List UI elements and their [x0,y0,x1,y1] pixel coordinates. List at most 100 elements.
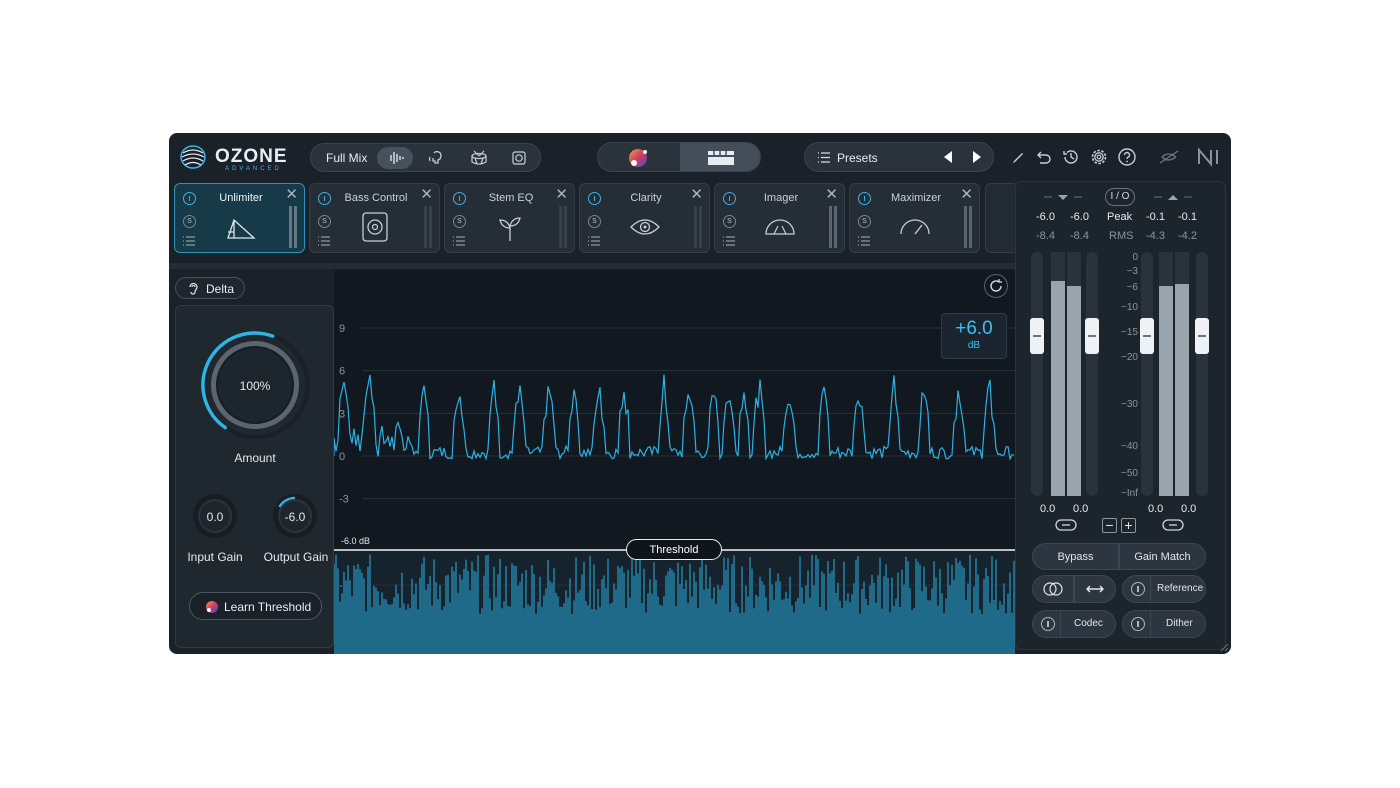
undo-icon[interactable] [1033,147,1053,167]
module-imager[interactable]: S Imager ✕ [714,183,845,253]
learn-threshold-button[interactable]: Learn Threshold [189,592,322,620]
meter-area: 0 −3 −6 −10 −15 −20 −30 −40 −50 −Inf [1030,252,1215,499]
speaker-icon[interactable] [509,149,529,167]
module-stem-eq[interactable]: S Stem EQ ✕ [444,183,575,253]
help-icon[interactable] [1116,146,1138,168]
learn-threshold-label: Learn Threshold [224,600,312,614]
close-icon[interactable]: ✕ [825,187,838,202]
resize-grip-icon[interactable] [1219,642,1229,652]
output-gain-label: Output Gain [263,550,329,564]
minus-button[interactable]: − [1102,518,1117,533]
output-link-icon[interactable] [1162,519,1184,531]
dither-label: Dither [1166,618,1193,629]
scale-tick: −10 [1121,302,1138,313]
list-icon[interactable] [723,236,735,246]
solo-button[interactable]: S [588,215,601,228]
power-icon[interactable] [588,192,601,205]
waveform-icon [390,152,404,164]
power-icon[interactable] [858,192,871,205]
module-bass-control[interactable]: S Bass Control ✕ [309,183,440,253]
drum-icon[interactable] [469,149,489,167]
presets-button[interactable]: Presets [837,151,878,165]
list-icon[interactable] [858,236,870,246]
scale-tick: −Inf [1121,488,1138,499]
solo-button[interactable]: S [183,215,196,228]
input-gain-value: 0.0 [206,510,224,524]
solo-button[interactable]: S [453,215,466,228]
input-collapse-icon[interactable] [1042,193,1084,201]
threshold-handle[interactable]: Threshold [626,539,722,560]
gain-match-button[interactable]: Gain Match [1119,543,1206,570]
eye-icon [630,219,660,235]
scale-tick: −30 [1121,399,1138,410]
power-icon[interactable] [723,192,736,205]
swap-button[interactable] [1074,575,1116,603]
delta-button[interactable]: Delta [175,277,245,299]
assistant-view-button[interactable] [626,147,650,169]
module-maximizer[interactable]: S Maximizer ✕ [849,183,980,253]
link-icon[interactable] [1156,145,1182,169]
peak-label: Peak [1107,211,1133,223]
io-toggle[interactable]: I / O [1105,188,1135,206]
module-clarity[interactable]: S Clarity ✕ [579,183,710,253]
modules-view-button[interactable] [680,143,760,171]
solo-button[interactable]: S [858,215,871,228]
gear-icon[interactable] [1088,146,1110,168]
bypass-button[interactable]: Bypass [1032,543,1119,570]
gain-readout: +6.0 dB [941,313,1007,359]
input-level-right [1067,286,1081,496]
waveform-graph[interactable]: 9 6 3 0 -3 -9 -12 +6.0 dB -6.0 dB Threshold [333,270,1015,654]
input-gain-handle[interactable] [1085,318,1099,354]
module-meter [694,206,702,248]
close-icon[interactable]: ✕ [960,187,973,202]
vocal-icon[interactable] [427,149,447,167]
input-peak-left: -6.0 [1036,211,1055,223]
output-level-left [1159,286,1173,496]
module-unlimiter[interactable]: S Unlimiter ✕ [174,183,305,253]
output-collapse-icon[interactable] [1152,193,1194,201]
reset-view-icon[interactable] [984,274,1008,298]
io-meter-panel: I / O -6.0 -6.0 Peak -0.1 -0.1 -8.4 -8.4… [1015,181,1226,650]
stereo-mode-button[interactable] [1032,575,1074,603]
semicircle-icon [765,219,795,235]
list-icon[interactable] [183,236,195,246]
output-gain-handle[interactable] [1195,318,1209,354]
list-icon[interactable] [453,236,465,246]
close-icon[interactable]: ✕ [420,187,433,202]
power-icon[interactable] [453,192,466,205]
input-gain-track [1086,252,1098,496]
dither-button[interactable]: Dither [1122,610,1206,638]
module-slot-empty[interactable] [985,183,1015,253]
input-link-icon[interactable] [1055,519,1077,531]
grid-icon [708,151,734,165]
codec-power-icon [1041,617,1055,631]
power-icon[interactable] [183,192,196,205]
output-rms-left: -4.3 [1146,230,1165,242]
output-trim-handle[interactable] [1140,318,1154,354]
plus-button[interactable]: + [1121,518,1136,533]
output-peak-left: -0.1 [1146,211,1165,223]
solo-button[interactable]: S [723,215,736,228]
input-trim-handle[interactable] [1030,318,1044,354]
prev-preset-icon[interactable] [941,150,955,164]
solo-button[interactable]: S [318,215,331,228]
full-mix-button[interactable]: Full Mix [326,151,367,165]
codec-label: Codec [1074,618,1103,629]
ozone-window: OZONE ADVANCED Full Mix Presets S Unlimi… [169,133,1231,654]
list-icon[interactable] [588,236,600,246]
close-icon[interactable]: ✕ [555,187,568,202]
close-icon[interactable]: ✕ [285,187,298,202]
reference-power-icon [1131,582,1145,596]
close-icon[interactable]: ✕ [690,187,703,202]
assistant-icon [206,601,218,613]
list-icon[interactable] [318,236,330,246]
waveform-button[interactable] [377,147,413,169]
next-preset-icon[interactable] [970,150,984,164]
codec-button[interactable]: Codec [1032,610,1116,638]
rms-label: RMS [1109,230,1134,242]
reference-button[interactable]: Reference [1122,575,1206,603]
history-icon[interactable] [1060,146,1082,168]
brush-icon[interactable] [1009,149,1027,167]
power-icon[interactable] [318,192,331,205]
ni-logo-icon [1195,146,1223,168]
